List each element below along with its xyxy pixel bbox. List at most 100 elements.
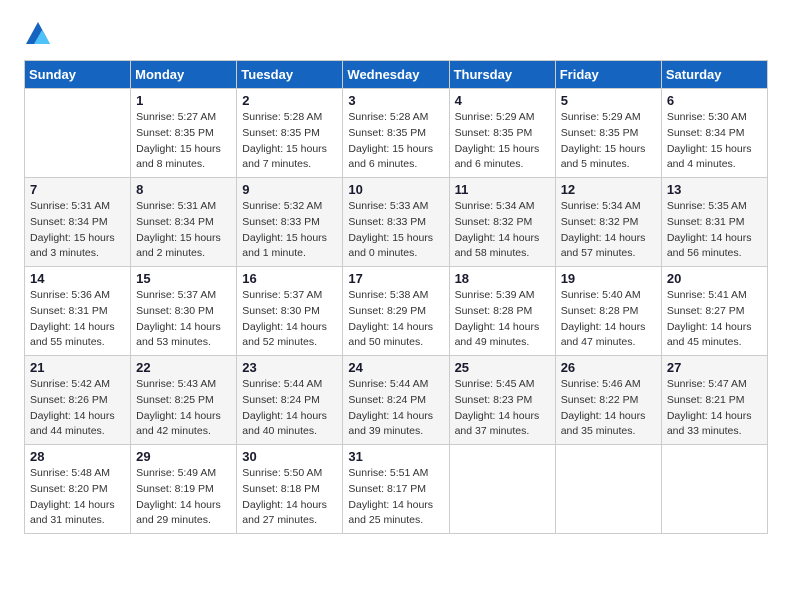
calendar-table: SundayMondayTuesdayWednesdayThursdayFrid…	[24, 60, 768, 534]
day-number: 18	[455, 271, 550, 286]
day-info: Sunrise: 5:34 AM Sunset: 8:32 PM Dayligh…	[455, 199, 550, 262]
calendar-cell: 16Sunrise: 5:37 AM Sunset: 8:30 PM Dayli…	[237, 267, 343, 356]
day-number: 23	[242, 360, 337, 375]
calendar-week-row: 1Sunrise: 5:27 AM Sunset: 8:35 PM Daylig…	[25, 89, 768, 178]
day-number: 27	[667, 360, 762, 375]
day-info: Sunrise: 5:36 AM Sunset: 8:31 PM Dayligh…	[30, 288, 125, 351]
calendar-cell: 22 Sunrise: 5:43 AM Sunset: 8:25 PM Dayli…	[131, 356, 237, 445]
day-info: Sunrise: 5:32 AM Sunset: 8:33 PM Dayligh…	[242, 199, 337, 262]
day-info: Sunrise: 5:38 AM Sunset: 8:29 PM Dayligh…	[348, 288, 443, 351]
calendar-week-row: 7 Sunrise: 5:31 AM Sunset: 8:34 PM Daylig…	[25, 178, 768, 267]
calendar-cell: 29 Sunrise: 5:49 AM Sunset: 8:19 PM Dayli…	[131, 445, 237, 534]
day-info: Sunrise: 5:43 AM Sunset: 8:25 PM Dayligh…	[136, 377, 231, 440]
day-info: Sunrise: 5:41 AM Sunset: 8:27 PM Dayligh…	[667, 288, 762, 351]
day-info: Sunrise: 5:39 AM Sunset: 8:28 PM Dayligh…	[455, 288, 550, 351]
weekday-header: Monday	[131, 61, 237, 89]
calendar-cell: 31 Sunrise: 5:51 AM Sunset: 8:17 PM Dayli…	[343, 445, 449, 534]
day-number: 8	[136, 182, 231, 197]
calendar-cell: 10 Sunrise: 5:33 AM Sunset: 8:33 PM Dayli…	[343, 178, 449, 267]
calendar-cell: 26 Sunrise: 5:46 AM Sunset: 8:22 PM Dayli…	[555, 356, 661, 445]
weekday-header: Saturday	[661, 61, 767, 89]
day-info: Sunrise: 5:29 AM Sunset: 8:35 PM Dayligh…	[455, 110, 550, 173]
day-number: 5	[561, 93, 656, 108]
day-number: 4	[455, 93, 550, 108]
logo	[24, 20, 56, 48]
day-number: 21	[30, 360, 125, 375]
calendar-cell: 25 Sunrise: 5:45 AM Sunset: 8:23 PM Dayli…	[449, 356, 555, 445]
calendar-cell: 28 Sunrise: 5:48 AM Sunset: 8:20 PM Dayli…	[25, 445, 131, 534]
calendar-cell: 1Sunrise: 5:27 AM Sunset: 8:35 PM Daylig…	[131, 89, 237, 178]
day-number: 9	[242, 182, 337, 197]
calendar-week-row: 14 Sunrise: 5:36 AM Sunset: 8:31 PM Dayli…	[25, 267, 768, 356]
day-number: 25	[455, 360, 550, 375]
calendar-cell	[25, 89, 131, 178]
day-number: 31	[348, 449, 443, 464]
calendar-cell: 17 Sunrise: 5:38 AM Sunset: 8:29 PM Dayli…	[343, 267, 449, 356]
calendar-cell: 15 Sunrise: 5:37 AM Sunset: 8:30 PM Dayli…	[131, 267, 237, 356]
calendar-cell: 6Sunrise: 5:30 AM Sunset: 8:34 PM Daylig…	[661, 89, 767, 178]
day-number: 20	[667, 271, 762, 286]
weekday-header: Wednesday	[343, 61, 449, 89]
day-info: Sunrise: 5:28 AM Sunset: 8:35 PM Dayligh…	[348, 110, 443, 173]
day-number: 30	[242, 449, 337, 464]
day-info: Sunrise: 5:45 AM Sunset: 8:23 PM Dayligh…	[455, 377, 550, 440]
calendar-cell: 19Sunrise: 5:40 AM Sunset: 8:28 PM Dayli…	[555, 267, 661, 356]
calendar-cell	[449, 445, 555, 534]
day-number: 1	[136, 93, 231, 108]
day-info: Sunrise: 5:49 AM Sunset: 8:19 PM Dayligh…	[136, 466, 231, 529]
day-info: Sunrise: 5:31 AM Sunset: 8:34 PM Dayligh…	[136, 199, 231, 262]
calendar-cell: 3 Sunrise: 5:28 AM Sunset: 8:35 PM Daylig…	[343, 89, 449, 178]
calendar-cell: 23 Sunrise: 5:44 AM Sunset: 8:24 PM Dayli…	[237, 356, 343, 445]
calendar-header-row: SundayMondayTuesdayWednesdayThursdayFrid…	[25, 61, 768, 89]
day-number: 15	[136, 271, 231, 286]
day-number: 2	[242, 93, 337, 108]
page-header	[24, 20, 768, 48]
logo-icon	[24, 20, 52, 48]
day-number: 22	[136, 360, 231, 375]
calendar-cell: 27 Sunrise: 5:47 AM Sunset: 8:21 PM Dayli…	[661, 356, 767, 445]
day-info: Sunrise: 5:44 AM Sunset: 8:24 PM Dayligh…	[242, 377, 337, 440]
day-number: 19	[561, 271, 656, 286]
calendar-cell: 8 Sunrise: 5:31 AM Sunset: 8:34 PM Daylig…	[131, 178, 237, 267]
day-info: Sunrise: 5:37 AM Sunset: 8:30 PM Dayligh…	[242, 288, 337, 351]
calendar-cell: 20 Sunrise: 5:41 AM Sunset: 8:27 PM Dayli…	[661, 267, 767, 356]
calendar-cell: 18 Sunrise: 5:39 AM Sunset: 8:28 PM Dayli…	[449, 267, 555, 356]
calendar-cell: 24Sunrise: 5:44 AM Sunset: 8:24 PM Dayli…	[343, 356, 449, 445]
calendar-cell	[661, 445, 767, 534]
weekday-header: Tuesday	[237, 61, 343, 89]
day-info: Sunrise: 5:28 AM Sunset: 8:35 PM Dayligh…	[242, 110, 337, 173]
weekday-header: Sunday	[25, 61, 131, 89]
day-info: Sunrise: 5:29 AM Sunset: 8:35 PM Dayligh…	[561, 110, 656, 173]
day-info: Sunrise: 5:48 AM Sunset: 8:20 PM Dayligh…	[30, 466, 125, 529]
day-number: 26	[561, 360, 656, 375]
day-info: Sunrise: 5:31 AM Sunset: 8:34 PM Dayligh…	[30, 199, 125, 262]
day-info: Sunrise: 5:46 AM Sunset: 8:22 PM Dayligh…	[561, 377, 656, 440]
day-number: 6	[667, 93, 762, 108]
day-info: Sunrise: 5:42 AM Sunset: 8:26 PM Dayligh…	[30, 377, 125, 440]
day-number: 7	[30, 182, 125, 197]
calendar-cell: 5 Sunrise: 5:29 AM Sunset: 8:35 PM Daylig…	[555, 89, 661, 178]
day-info: Sunrise: 5:44 AM Sunset: 8:24 PM Dayligh…	[348, 377, 443, 440]
day-number: 28	[30, 449, 125, 464]
calendar-cell: 4 Sunrise: 5:29 AM Sunset: 8:35 PM Daylig…	[449, 89, 555, 178]
day-number: 3	[348, 93, 443, 108]
calendar-cell: 9 Sunrise: 5:32 AM Sunset: 8:33 PM Daylig…	[237, 178, 343, 267]
day-info: Sunrise: 5:37 AM Sunset: 8:30 PM Dayligh…	[136, 288, 231, 351]
weekday-header: Thursday	[449, 61, 555, 89]
day-info: Sunrise: 5:35 AM Sunset: 8:31 PM Dayligh…	[667, 199, 762, 262]
day-number: 11	[455, 182, 550, 197]
day-info: Sunrise: 5:47 AM Sunset: 8:21 PM Dayligh…	[667, 377, 762, 440]
calendar-week-row: 28 Sunrise: 5:48 AM Sunset: 8:20 PM Dayli…	[25, 445, 768, 534]
calendar-cell: 2 Sunrise: 5:28 AM Sunset: 8:35 PM Daylig…	[237, 89, 343, 178]
calendar-week-row: 21 Sunrise: 5:42 AM Sunset: 8:26 PM Dayli…	[25, 356, 768, 445]
day-number: 13	[667, 182, 762, 197]
day-number: 14	[30, 271, 125, 286]
day-number: 29	[136, 449, 231, 464]
day-info: Sunrise: 5:34 AM Sunset: 8:32 PM Dayligh…	[561, 199, 656, 262]
day-info: Sunrise: 5:33 AM Sunset: 8:33 PM Dayligh…	[348, 199, 443, 262]
day-info: Sunrise: 5:51 AM Sunset: 8:17 PM Dayligh…	[348, 466, 443, 529]
day-number: 17	[348, 271, 443, 286]
calendar-cell: 11 Sunrise: 5:34 AM Sunset: 8:32 PM Dayli…	[449, 178, 555, 267]
calendar-cell	[555, 445, 661, 534]
day-number: 10	[348, 182, 443, 197]
